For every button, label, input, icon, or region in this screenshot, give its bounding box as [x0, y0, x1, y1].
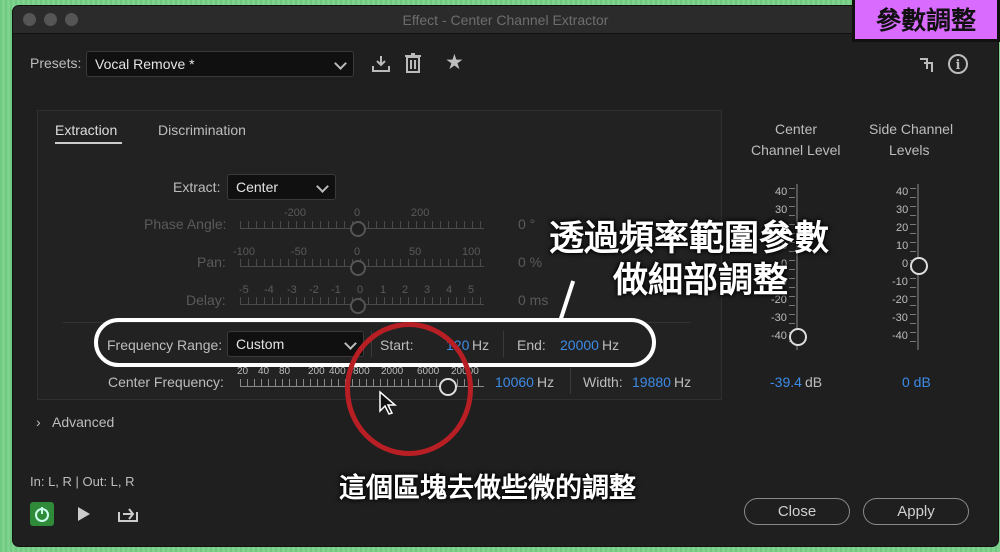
pan-label: Pan: [197, 254, 226, 270]
meter-scale-label: -20 [892, 294, 908, 306]
chevron-right-icon[interactable]: › [36, 414, 41, 430]
phase-tick: 0 [354, 207, 361, 219]
side-level-title: Levels [889, 142, 930, 158]
extract-label: Extract: [173, 179, 221, 195]
meter-scale-label: 10 [896, 240, 909, 252]
chevron-down-icon [316, 180, 329, 193]
info-icon[interactable]: i [947, 53, 969, 75]
side-level-handle[interactable] [910, 257, 928, 275]
center-frequency-unit: Hz [537, 374, 555, 390]
meter-scale-label: 40 [775, 186, 788, 198]
tab-extraction[interactable]: Extraction [55, 122, 117, 138]
delay-tick: 0 [357, 284, 364, 296]
highlight-circle [345, 322, 473, 456]
meter-scale-label: -30 [771, 312, 787, 324]
phase-tick: 200 [411, 207, 430, 219]
meter-scale-label: -40 [771, 330, 787, 342]
effect-window: Effect - Center Channel Extractor Preset… [13, 6, 998, 546]
loop-export-icon[interactable] [117, 504, 139, 524]
center-level-title: Channel Level [751, 142, 841, 158]
center-level-handle[interactable] [789, 328, 807, 346]
width-unit: Hz [674, 374, 692, 390]
meter-scale-label: -30 [892, 312, 908, 324]
active-tab-indicator [55, 142, 122, 144]
phase-angle-label: Phase Angle: [144, 216, 227, 232]
presets-value: Vocal Remove * [95, 56, 195, 72]
side-level-value[interactable]: 0 dB [902, 374, 931, 390]
video-title-badge: 參數調整 [852, 0, 1000, 42]
delay-tick: 3 [424, 284, 431, 296]
extract-value: Center [236, 179, 279, 195]
delay-tick: 2 [402, 284, 409, 296]
phase-slider-handle[interactable] [350, 221, 366, 237]
routing-icon[interactable] [918, 56, 936, 74]
trash-icon[interactable] [404, 52, 422, 74]
delay-tick: 5 [468, 284, 475, 296]
download-icon[interactable] [371, 54, 391, 74]
pan-tick: 0 [354, 246, 361, 258]
io-routing: In: L, R | Out: L, R [30, 474, 135, 489]
delay-tick: -3 [287, 284, 297, 296]
delay-tick: -5 [239, 284, 249, 296]
meter-scale-label: -10 [892, 276, 908, 288]
meter-scale-label: 30 [896, 204, 909, 216]
svg-text:i: i [956, 58, 961, 73]
center-level-track[interactable] [796, 184, 798, 350]
phase-value: 0 ° [518, 216, 536, 232]
pan-tick: 100 [462, 246, 481, 258]
power-icon[interactable] [30, 502, 54, 526]
presets-dropdown[interactable]: Vocal Remove * [86, 51, 354, 77]
center-frequency-tick: 80 [279, 366, 291, 377]
apply-button[interactable]: Apply [863, 498, 969, 525]
pan-tick: -50 [291, 246, 307, 258]
extract-dropdown[interactable]: Center [227, 174, 336, 200]
center-level-unit: dB [805, 374, 823, 390]
title-bar: Effect - Center Channel Extractor [13, 6, 998, 34]
width-label: Width: [583, 374, 623, 390]
window-title: Effect - Center Channel Extractor [402, 12, 609, 28]
meter-scale-label: -40 [892, 330, 908, 342]
center-frequency-tick: 20 [237, 366, 249, 377]
width-value[interactable]: 19880 [632, 374, 671, 390]
meter-scale-label: 0 [902, 258, 909, 270]
tab-discrimination[interactable]: Discrimination [158, 122, 246, 138]
center-level-value[interactable]: -39.4 [770, 374, 802, 390]
center-frequency-tick: 40 [258, 366, 270, 377]
star-icon[interactable]: ★ [445, 50, 464, 75]
delay-tick: -2 [309, 284, 319, 296]
presets-label: Presets: [30, 55, 82, 71]
center-frequency-value[interactable]: 10060 [495, 374, 534, 390]
delay-tick: -1 [331, 284, 341, 296]
pan-tick: 50 [409, 246, 422, 258]
delay-value: 0 ms [518, 292, 549, 308]
center-frequency-tick: 200 [308, 366, 325, 377]
delay-slider-handle[interactable] [350, 298, 366, 314]
center-frequency-tick: 400 [329, 366, 346, 377]
divider [570, 368, 571, 394]
play-icon[interactable] [76, 505, 92, 523]
advanced-toggle[interactable]: Advanced [52, 414, 114, 430]
side-level-title: Side Channel [869, 121, 954, 137]
chevron-down-icon [334, 57, 347, 70]
meter-scale-label: 40 [896, 186, 909, 198]
phase-tick: -200 [284, 207, 307, 219]
meter-scale-label: 20 [896, 222, 909, 234]
center-frequency-label: Center Frequency: [108, 374, 224, 390]
close-button[interactable]: Close [744, 498, 850, 525]
pan-tick: -100 [233, 246, 256, 258]
pan-slider-handle[interactable] [350, 260, 366, 276]
subtitle-text: 這個區塊去做些微的調整 [339, 473, 636, 503]
delay-label: Delay: [186, 292, 226, 308]
pan-value: 0 % [518, 254, 543, 270]
mouse-cursor-icon [379, 390, 398, 415]
delay-tick: 4 [446, 284, 453, 296]
delay-tick: -4 [264, 284, 274, 296]
center-level-title: Center [775, 121, 818, 137]
delay-tick: 1 [380, 284, 387, 296]
callout-text: 做細部調整 [613, 261, 789, 300]
